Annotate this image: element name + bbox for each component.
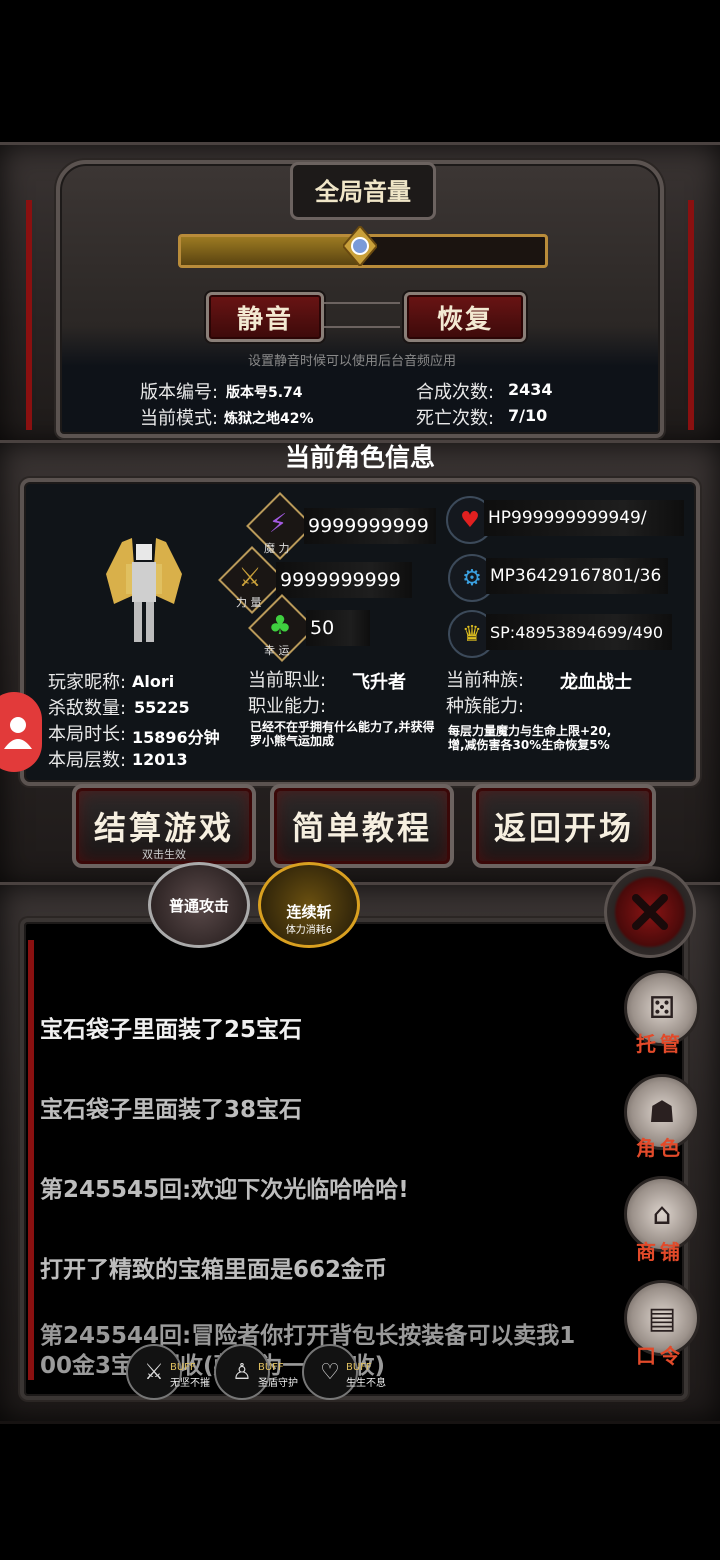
return-opening-button[interactable]: 返回开场 [472,784,656,868]
mp-bar: MP 36429167801/36 [486,558,668,594]
normal-attack-skill[interactable]: 普通攻击 [148,862,250,948]
close-button[interactable] [604,866,696,958]
hp-value: 999999999949/ [511,508,647,528]
character-section-title: 当前角色信息 [284,443,435,472]
mp-value: 36429167801/36 [514,566,662,586]
job-ability-text: 已经不在乎拥有什么能力了,并获得罗小熊气运加成 [250,720,435,748]
sp-value: 48953894699/490 [515,622,664,642]
shop-sign-icon: ⌂ [652,1196,672,1232]
mp-prefix: MP [490,566,515,586]
restore-button[interactable]: 恢复 [404,292,526,342]
time-value: 15896分钟 [132,728,220,747]
dice-icon: ⚄ [648,990,676,1026]
death-count-value: 7/10 [508,406,548,425]
kills-value: 55225 [134,698,190,717]
time-label: 本局时长: [48,724,127,745]
character-avatar [102,534,186,650]
button-connector-ornament [324,302,400,328]
sp-prefix: SP: [490,622,516,642]
settle-game-label: 结算游戏 [93,809,234,847]
floating-contact-button[interactable] [0,692,42,772]
version-value: 版本号5.74 [226,385,303,401]
close-icon [632,894,668,930]
buff-name: 生生不息 [346,1378,386,1389]
job-ability-label: 职业能力: [248,696,327,717]
mute-hint: 设置静音时候可以使用后台音频应用 [247,354,456,369]
mode-label: 当前模式: [140,408,219,429]
magic-value: 9999999999 [304,508,436,544]
right-red-trim [688,200,694,430]
luck-value: 50 [306,610,370,646]
buff-name: 无坚不摧 [170,1378,210,1389]
tutorial-label: 简单教程 [291,809,432,847]
nickname-value: Alori [132,672,175,691]
log-line: 第245544回:冒险者你打开背包长按装备可以卖我1 [40,1323,576,1349]
magic-label: 魔 力 [264,542,290,555]
book-icon: ▤ [647,1300,677,1336]
code-label: 口令 [636,1344,684,1368]
left-red-trim [26,200,32,430]
return-opening-label: 返回开场 [493,809,634,847]
nickname-label: 玩家昵称: [48,672,127,693]
volume-title: 全局音量 [315,178,411,206]
log-line: 宝石袋子里面装了25宝石 [40,1017,303,1043]
combo-slash-label: 连续斩 [286,903,332,921]
log-left-red-trim [28,940,34,1380]
buff-tag: BUFF [346,1362,372,1373]
job-label: 当前职业: [248,670,327,691]
sp-bar: SP: 48953894699/490 [486,614,672,650]
kills-label: 杀敌数量: [48,698,127,719]
mode-value: 炼狱之地42% [224,411,314,427]
floors-value: 12013 [132,750,188,769]
hp-prefix: HP [488,508,512,528]
log-line: 宝石袋子里面装了38宝石 [40,1097,303,1123]
shop-label: 商铺 [636,1240,684,1264]
tutorial-button[interactable]: 简单教程 [270,784,454,868]
strength-value: 9999999999 [276,562,412,598]
combo-slash-cost: 体力消耗6 [285,925,333,936]
person-icon [4,717,32,749]
race-ability-text: 每层力量魔力与生命上限+20,增,减伤害各30%生命恢复5% [448,724,612,752]
race-label: 当前种族: [446,670,525,691]
race-value: 龙血战士 [560,672,632,693]
hooded-figure-icon: ☗ [648,1094,676,1130]
luck-label: 幸 运 [264,644,290,657]
log-line: 第245545回:欢迎下次光临哈哈哈! [40,1177,409,1203]
buff-tag: BUFF [170,1362,196,1373]
auto-battle-label: 托管 [636,1032,684,1056]
log-line: 打开了精致的宝箱里面是662金币 [40,1257,388,1283]
volume-slider-fill [181,237,363,265]
race-ability-label: 种族能力: [446,696,525,717]
death-count-label: 死亡次数: [416,408,495,429]
normal-attack-label: 普通攻击 [168,896,229,915]
hp-bar: HP 999999999949/ [484,500,684,536]
merge-count-value: 2434 [508,380,553,399]
job-value: 飞升者 [352,672,406,693]
volume-slider-knob[interactable] [341,224,379,268]
role-label: 角色 [636,1136,684,1160]
version-label: 版本编号: [140,382,219,403]
mute-button[interactable]: 静音 [206,292,324,342]
buff-name: 圣盾守护 [258,1378,298,1389]
combo-slash-skill[interactable]: 连续斩 体力消耗6 [258,862,360,948]
floors-label: 本局层数: [48,750,127,771]
merge-count-label: 合成次数: [416,382,495,403]
settle-hint: 双击生效 [142,848,186,861]
buff-tag: BUFF [258,1362,284,1373]
